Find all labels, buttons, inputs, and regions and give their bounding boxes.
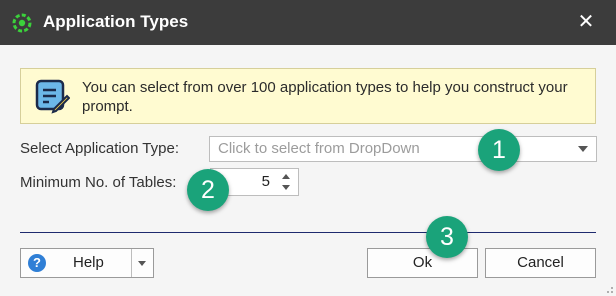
footer-separator [20, 232, 596, 233]
info-text: You can select from over 100 application… [82, 79, 568, 115]
info-banner: You can select from over 100 application… [20, 68, 596, 124]
resize-grip-icon[interactable] [604, 284, 614, 294]
chevron-down-icon[interactable] [138, 261, 146, 266]
app-type-placeholder: Click to select from DropDown [218, 140, 420, 157]
chevron-down-icon[interactable] [578, 146, 588, 152]
app-type-label: Select Application Type: [20, 140, 179, 157]
note-edit-icon [35, 79, 70, 114]
split-divider [131, 249, 132, 277]
step-badge-3: 3 [426, 216, 468, 258]
app-type-dropdown[interactable]: Click to select from DropDown [209, 136, 597, 162]
help-button[interactable]: ? Help [20, 248, 154, 278]
min-tables-value[interactable]: 5 [262, 173, 270, 190]
close-icon[interactable]: ✕ [572, 9, 600, 35]
step-badge-1: 1 [478, 129, 520, 171]
window-title: Application Types [43, 12, 189, 31]
app-gear-icon [12, 13, 32, 33]
step-badge-2: 2 [187, 169, 229, 211]
spin-down-icon[interactable] [282, 185, 290, 190]
help-label: Help [73, 254, 104, 271]
cancel-button[interactable]: Cancel [485, 248, 596, 278]
help-icon: ? [28, 254, 46, 272]
ok-button[interactable]: Ok [367, 248, 478, 278]
spin-up-icon[interactable] [282, 174, 290, 179]
title-bar: Application Types ✕ [0, 0, 616, 45]
min-tables-label: Minimum No. of Tables: [20, 174, 177, 191]
